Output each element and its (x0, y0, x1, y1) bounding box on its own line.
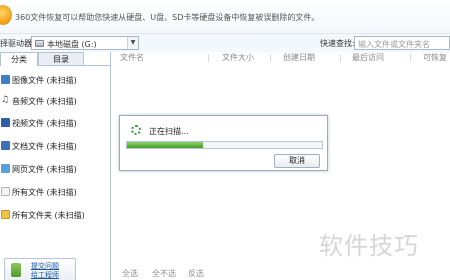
scan-status-text: 正在扫描... (149, 127, 189, 136)
search-input[interactable]: 输入文件或文件夹名 (354, 36, 450, 50)
invert-selection-link[interactable]: 反选 (188, 268, 204, 279)
folder-icon (1, 210, 10, 219)
category-label: 文档文件 (未扫描) (12, 142, 77, 151)
document-file-icon (1, 141, 10, 150)
top-banner: 360文件恢复可以帮助您快速从硬盘、U盘、SD卡等硬盘设备中恢复被误删除的文件。 (0, 0, 450, 34)
loading-spinner-icon (131, 125, 141, 135)
select-none-link[interactable]: 全不选 (152, 268, 176, 279)
chevron-down-icon[interactable]: ▼ (127, 37, 138, 49)
tab-category[interactable]: 分类 (0, 52, 38, 66)
drive-select-value: 本地磁盘 (G:) (47, 40, 97, 49)
category-item-audio[interactable]: ♫ 音频文件 (未扫描) (0, 94, 110, 108)
engineer-avatar-icon (11, 263, 21, 277)
tab-directory[interactable]: 目录 (38, 52, 84, 66)
column-divider[interactable] (410, 54, 411, 62)
column-header-recoverable[interactable]: 可恢复 (423, 52, 447, 64)
app-logo-icon (0, 5, 12, 25)
category-item-document[interactable]: 文档文件 (未扫描) (0, 139, 110, 153)
banner-description: 360文件恢复可以帮助您快速从硬盘、U盘、SD卡等硬盘设备中恢复被误删除的文件。 (15, 13, 320, 22)
cancel-button[interactable]: 取消 (274, 154, 320, 168)
sidebar-tabs: 分类 目录 (0, 52, 111, 66)
toolbar: 择驱动器: 本地磁盘 (G:) ▼ 快速查找: 输入文件或文件夹名 (0, 34, 450, 52)
submit-issue-label: 提交问题 给工程师 (31, 262, 59, 279)
category-item-video[interactable]: 视频文件 (未扫描) (0, 116, 110, 130)
drive-select[interactable]: 本地磁盘 (G:) ▼ (31, 36, 139, 50)
submit-issue-button[interactable]: 提交问题 给工程师 (4, 258, 76, 280)
tabs-divider (84, 65, 111, 66)
category-label: 所有文件夹 (未扫描) (12, 211, 85, 220)
category-item-web[interactable]: 网页文件 (未扫描) (0, 162, 110, 176)
category-label: 网页文件 (未扫描) (12, 165, 77, 174)
category-item-image[interactable]: 图像文件 (未扫描) (0, 73, 110, 87)
column-header-created[interactable]: 创建日期 (283, 52, 315, 64)
image-file-icon (1, 75, 10, 84)
web-page-icon (1, 164, 10, 173)
hard-drive-icon (35, 40, 44, 47)
category-item-all-files[interactable]: 所有文件 (未扫描) (0, 185, 110, 199)
category-label: 所有文件 (未扫描) (12, 188, 77, 197)
category-item-all-folders[interactable]: 所有文件夹 (未扫描) (0, 208, 110, 222)
category-label: 视频文件 (未扫描) (12, 119, 77, 128)
scan-progress-fill (127, 142, 204, 148)
category-label: 音频文件 (未扫描) (12, 97, 77, 106)
music-note-icon: ♫ (1, 95, 10, 105)
scan-progress-bar (126, 141, 323, 149)
drive-label: 择驱动器: (0, 39, 35, 48)
column-header-last-access[interactable]: 最后访问 (352, 52, 384, 64)
search-label: 快速查找: (320, 39, 355, 48)
category-label: 图像文件 (未扫描) (12, 76, 77, 85)
watermark-text: 软件技巧 (319, 232, 419, 260)
video-file-icon (1, 118, 10, 127)
column-divider[interactable] (208, 54, 209, 62)
scan-progress-dialog: 正在扫描... 取消 (119, 115, 328, 171)
select-all-link[interactable]: 全选 (122, 268, 138, 279)
column-divider[interactable] (270, 54, 271, 62)
column-header-filename[interactable]: 文件名 (120, 52, 144, 64)
all-files-icon (1, 187, 10, 196)
column-header-size[interactable]: 文件大小 (222, 52, 254, 64)
sidebar: 分类 目录 图像文件 (未扫描) ♫ 音频文件 (未扫描) 视频文件 (未扫描)… (0, 52, 111, 280)
column-divider[interactable] (340, 54, 341, 62)
